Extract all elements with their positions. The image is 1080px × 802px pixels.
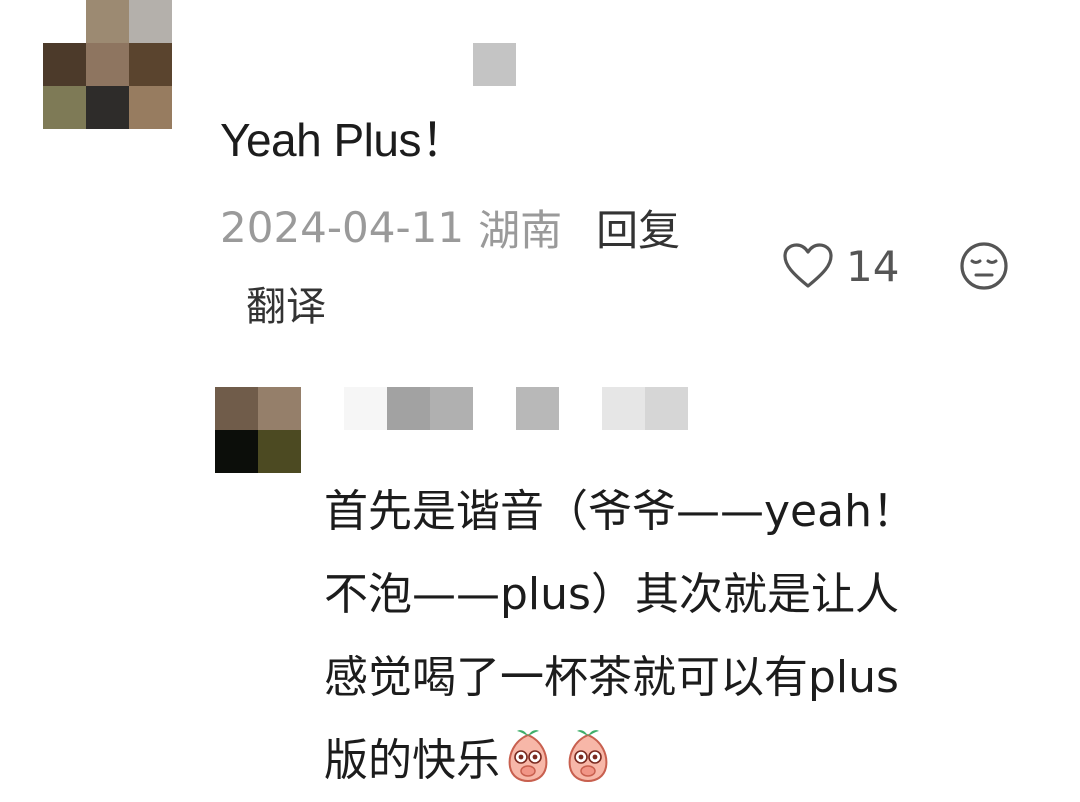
reply-avatar[interactable] [215,387,301,473]
comment-date: 2024-04-11 [220,202,465,252]
heart-outline-icon [783,243,833,288]
reply-username[interactable] [344,387,688,430]
peach-emoji-icon [568,730,608,783]
reply-line-2: 不泡——plus）其次就是让人 [324,569,899,620]
like-button[interactable]: 14 [782,236,899,296]
reply-line-1: 首先是谐音（爷爷——yeah！ [324,486,916,537]
dislike-button[interactable] [958,240,1010,292]
comment-username[interactable] [473,43,516,86]
translate-button[interactable]: 翻译 [246,274,326,332]
meh-face-icon [960,242,1008,290]
reply-line-3: 感觉喝了一杯茶就可以有plus [324,652,899,703]
comment-text: Yeah Plus！ [220,114,467,166]
reply-button[interactable]: 回复 [596,197,680,258]
peach-emoji-icon [508,730,548,783]
reply-line-4: 版的快乐 [324,719,1024,802]
comment-location: 湖南 [478,205,563,255]
like-count: 14 [846,241,900,291]
comment-meta: 2024-04-11 湖南 回复 [220,197,680,257]
reply-line-4-text: 版的快乐 [324,735,500,786]
reply-text: 首先是谐音（爷爷——yeah！ 不泡——plus）其次就是让人 感觉喝了一杯茶就… [324,470,1024,802]
comment-avatar[interactable] [43,0,172,129]
